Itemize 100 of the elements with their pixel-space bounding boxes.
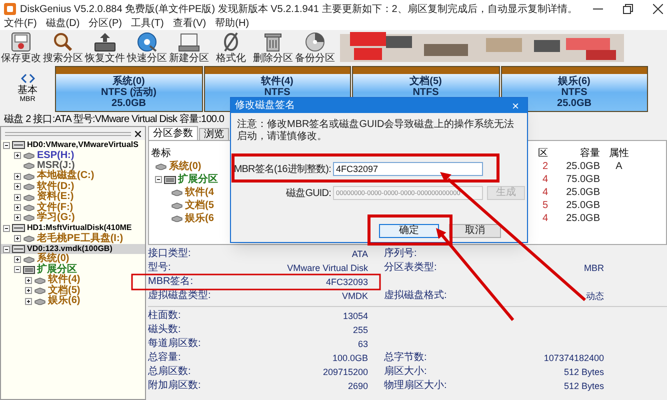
app-logo-icon [4,3,16,15]
collapse-icon[interactable] [14,266,21,274]
column-header: 属性 [608,147,630,160]
drive-icon [23,266,35,274]
field-label: 磁头数: [148,325,181,335]
field-label: 接口类型: [148,249,191,259]
volume-label: 娱乐(6 [185,212,214,225]
partition-icon [171,189,183,196]
toolbar-button[interactable]: 删除分区 [252,30,294,66]
close-button[interactable]: × [508,100,523,112]
partition-icon [23,162,35,170]
expand-icon[interactable] [14,194,21,201]
table-cell-text: 4 [541,212,549,225]
column-header: 卷标 [150,147,172,160]
table-cell-text: 75.0GB [565,173,601,186]
table-cell-text: 4 [541,173,549,186]
table-cell-text: 5 [541,199,549,212]
close-icon[interactable] [135,130,141,136]
tree-item[interactable]: VD0:123.vmdk(100GB) [1,244,145,254]
field-label: MBR签名(16进制整数): [234,162,331,176]
menu-item[interactable]: 帮助(H) [215,18,250,30]
partition-size: 25.0GB [112,98,146,109]
menu-item[interactable]: 文件(F) [4,18,37,30]
toolbar-button[interactable]: 快速分区 [126,30,168,66]
partition-icon [23,214,35,222]
partition-icon [23,183,35,190]
table-cell-text: 2 [541,160,549,173]
partition-filesystem: NTFS [561,87,588,98]
table-cell-text: A [614,160,624,173]
table-cell-text: 25.0GB [565,212,601,225]
tree-item[interactable]: 文件(F:) [1,202,145,213]
collapse-icon[interactable] [3,246,10,253]
tab[interactable]: 分区参数 [148,126,198,140]
tree-item[interactable]: 软件(D:) [1,182,145,192]
toolbar-button[interactable]: 备份分区 [294,30,336,66]
partition-icon [34,276,46,284]
menu-item[interactable]: 查看(V) [172,18,206,30]
field-value: VMware Virtual Disk [287,263,368,273]
tree-item[interactable]: 文档(5) [1,285,145,296]
drive-icon [12,224,25,232]
partition-filesystem: NTFS [412,87,439,98]
tree-item[interactable]: ESP(H:) [1,150,145,161]
table-cell-text: 25.0GB [565,186,601,199]
menu-item[interactable]: 分区(P) [88,18,122,30]
field-label: 附加扇区数: [148,381,201,391]
expand-icon[interactable] [14,183,21,190]
menu-item[interactable]: 工具(T) [131,18,164,30]
expand-icon[interactable] [14,172,21,180]
maximize-icon[interactable] [623,4,634,14]
tree-item[interactable]: 老毛桃PE工具盘(I:) [1,234,145,244]
drive-upload-icon [94,32,116,52]
field-label: 虚拟磁盘类型: [148,291,211,301]
collapse-icon[interactable] [3,142,10,149]
tree-item[interactable]: MSR(J:) [1,160,145,172]
tree-item[interactable]: HD0:VMware,VMwareVirtualS [1,140,145,150]
expand-icon[interactable] [25,287,32,294]
collapse-icon[interactable] [155,176,162,183]
field-label: 总扇区数: [148,367,191,377]
expand-icon[interactable] [25,276,32,284]
toolbar-button[interactable]: 格式化 [210,30,252,66]
collapse-icon[interactable] [3,224,10,232]
input-field[interactable]: 4FC32097 [333,162,483,176]
toolbar-button[interactable]: 搜索分区 [42,30,84,66]
tree-item[interactable]: 软件(4) [1,275,145,286]
expand-icon[interactable] [14,214,21,222]
tree-item[interactable]: 本地磁盘(C:) [1,171,145,182]
ok-button[interactable]: 确定 [379,224,439,238]
tree-item[interactable]: HD1:MsftVirtualDisk(410ME [1,223,145,234]
tab[interactable]: 浏览 [199,128,229,140]
expand-icon[interactable] [14,152,21,160]
dialog-title: 修改磁盘签名 [235,99,296,113]
tree-item[interactable]: 资料(E:) [1,192,145,202]
expand-icon[interactable] [14,256,21,263]
field-value: 209715200 [322,367,368,377]
toolbar-button[interactable]: 保存更改 [0,30,42,66]
disc-icon [136,32,158,52]
drive-icon [12,141,25,150]
disc-pie-icon [304,32,326,52]
expand-icon[interactable] [14,235,21,242]
field-label: 柱面数: [148,311,181,321]
cancel-button[interactable]: 取消 [449,224,501,238]
menu-item[interactable]: 磁盘(D) [46,18,80,30]
disk-type-label: 基本 [18,85,38,96]
partition-icon [23,194,35,201]
close-icon[interactable] [653,4,664,14]
field-value: 动态 [586,291,604,301]
field-label: 总容量: [148,353,181,363]
expand-icon[interactable] [14,204,21,212]
field-label: 分区表类型: [384,263,437,273]
toolbar-button[interactable]: 恢复文件 [84,30,126,66]
partition-block[interactable]: 系统(0) NTFS (活动) 25.0GB [55,66,202,112]
drive-icon [164,176,176,184]
volume-label: 系统(0) [169,160,202,173]
partition-name: 软件(4) [261,76,294,87]
tree-item[interactable]: 娱乐(6) [1,296,145,306]
tree-item[interactable]: 学习(G:) [1,212,145,224]
expand-icon[interactable] [25,298,32,305]
partition-icon [23,152,35,160]
window-title: DiskGenius V5.2.0.884 免费版(单文件PE版) 发现新版本 V5.2.1.941 主要更新如下：2、扇区复制完成后，自动显示复制详情。 [20,2,578,16]
toolbar-button[interactable]: 新建分区 [168,30,210,66]
